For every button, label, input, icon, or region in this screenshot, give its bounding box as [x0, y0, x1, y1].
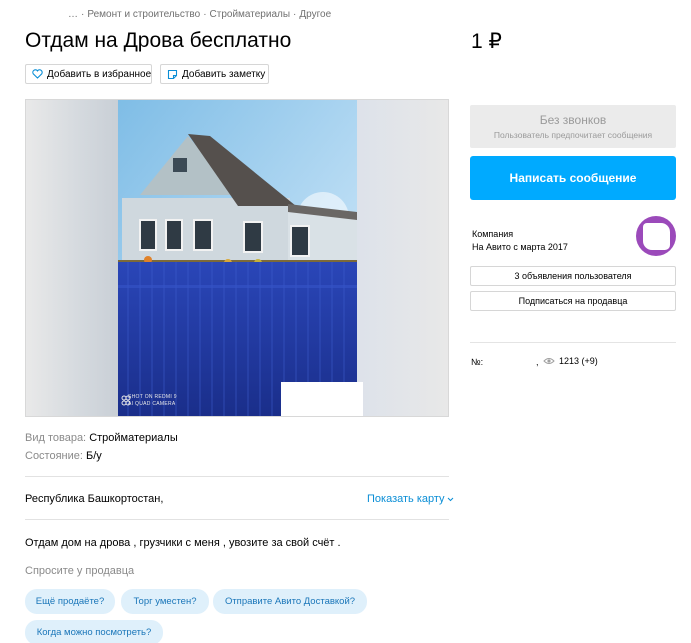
price: 1 ₽	[471, 30, 502, 53]
address: Республика Башкортостан,	[25, 493, 164, 505]
listing-number-label: №:	[471, 357, 484, 367]
breadcrumb-item-ellipsis[interactable]: …	[68, 9, 78, 20]
meta-separator: ,	[536, 357, 539, 367]
breadcrumb-item-other[interactable]: Другое	[299, 9, 331, 20]
add-note-button[interactable]: Добавить заметку	[160, 64, 269, 84]
description: Отдам дом на дрова , грузчики с меня , у…	[25, 537, 341, 549]
divider	[25, 476, 449, 477]
gallery-blur-left	[26, 100, 118, 416]
question-chip-delivery[interactable]: Отправите Авито Доставкой?	[213, 589, 367, 614]
watermark-line-2: AI QUAD CAMERA	[128, 401, 176, 407]
show-map-label: Показать карту	[367, 493, 445, 505]
param-key: Состояние:	[25, 450, 83, 462]
photo-gallery[interactable]: SHOT ON REDMI 9 AI QUAD CAMERA	[25, 99, 449, 417]
no-calls-title: Без звонков	[539, 113, 607, 127]
subscribe-seller-button[interactable]: Подписаться на продавца	[470, 291, 676, 311]
eye-icon	[543, 358, 555, 364]
add-to-favorites-label: Добавить в избранное	[47, 68, 152, 80]
breadcrumb: … · Ремонт и строительство · Стройматериалы ·…	[68, 9, 331, 20]
avatar[interactable]	[636, 216, 676, 256]
seller-since: На Авито с марта 2017	[472, 242, 568, 252]
param-value: Стройматериалы	[89, 432, 178, 444]
param-key: Вид товара:	[25, 432, 87, 444]
camera-watermark: SHOT ON REDMI 9 AI QUAD CAMERA	[128, 394, 177, 408]
listing-photo[interactable]: SHOT ON REDMI 9 AI QUAD CAMERA	[118, 100, 357, 416]
note-icon	[167, 69, 178, 79]
heart-icon	[32, 69, 43, 79]
breadcrumb-item-materials[interactable]: Стройматериалы	[210, 9, 291, 20]
watermark-line-1: SHOT ON REDMI 9	[128, 394, 177, 400]
avatar-placeholder	[643, 223, 670, 250]
no-calls-subtitle: Пользователь предпочитает сообщения	[493, 130, 653, 140]
question-chip-negotiable[interactable]: Торг уместен?	[121, 589, 209, 614]
seller-type: Компания	[472, 229, 514, 239]
house-photo-image	[118, 100, 357, 416]
show-map-link[interactable]: Показать карту	[367, 493, 454, 505]
page-title: Отдам на Дрова бесплатно	[25, 29, 292, 52]
seller-listings-button[interactable]: 3 объявления пользователя	[470, 266, 676, 286]
param-value: Б/у	[86, 450, 102, 462]
redaction-box	[281, 382, 363, 416]
breadcrumb-separator: ·	[293, 9, 297, 20]
param-condition: Состояние: Б/у	[25, 450, 102, 462]
add-to-favorites-button[interactable]: Добавить в избранное	[25, 64, 152, 84]
divider	[25, 519, 449, 520]
chevron-down-icon	[447, 497, 453, 501]
question-chip-when-view[interactable]: Когда можно посмотреть?	[25, 620, 163, 643]
write-message-button[interactable]: Написать сообщение	[470, 156, 676, 200]
divider	[470, 342, 676, 343]
breadcrumb-separator: ·	[81, 9, 85, 20]
views-count: 1213 (+9)	[559, 356, 598, 366]
breadcrumb-item-repair[interactable]: Ремонт и строительство	[87, 9, 200, 20]
breadcrumb-separator: ·	[203, 9, 207, 20]
param-item-type: Вид товара: Стройматериалы	[25, 432, 178, 444]
add-note-label: Добавить заметку	[182, 68, 266, 80]
no-calls-box: Без звонков Пользователь предпочитает со…	[470, 105, 676, 148]
gallery-blur-right	[356, 100, 448, 416]
ask-seller-heading: Спросите у продавца	[25, 565, 135, 577]
views-counter: 1213 (+9)	[543, 356, 598, 366]
question-chip-still-selling[interactable]: Ещё продаёте?	[25, 589, 115, 614]
